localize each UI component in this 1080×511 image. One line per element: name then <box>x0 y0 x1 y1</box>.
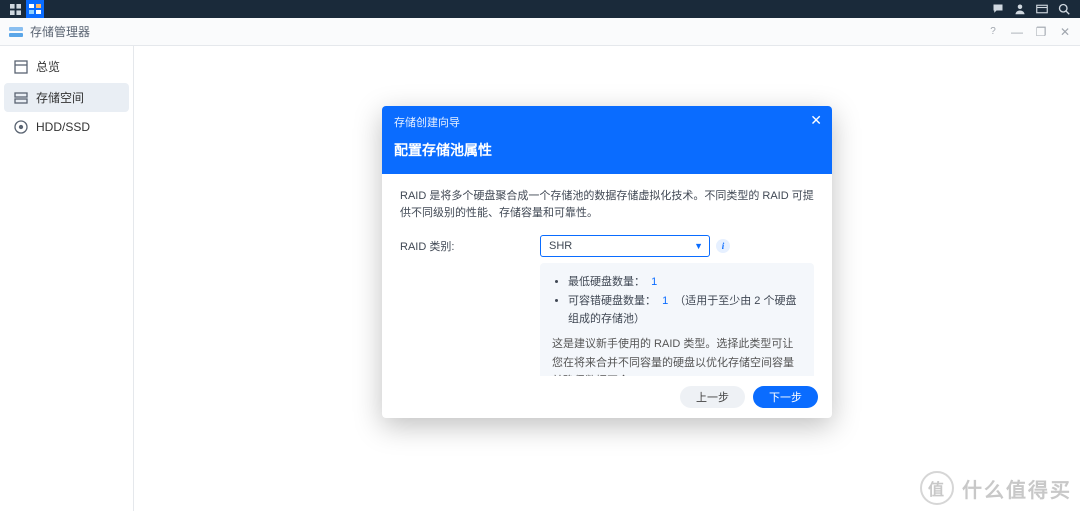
watermark-text: 什么值得买 <box>962 474 1072 503</box>
search-icon[interactable] <box>1054 0 1074 18</box>
prev-button[interactable]: 上一步 <box>680 386 745 408</box>
raid-type-value: SHR <box>549 240 572 252</box>
raid-min-value: 1 <box>651 276 657 288</box>
content-area: 存储创建向导 配置存储池属性 ✕ RAID 是将多个硬盘聚合成一个存储池的数据存… <box>134 46 1080 511</box>
dialog-description: RAID 是将多个硬盘聚合成一个存储池的数据存储虚拟化技术。不同类型的 RAID… <box>400 188 814 221</box>
dialog-title: 配置存储池属性 <box>394 140 820 160</box>
taskbar-left <box>6 0 44 18</box>
raid-type-label: RAID 类别: <box>400 235 540 254</box>
disk-icon <box>14 120 28 134</box>
raid-tol-row: 可容错硬盘数量： 1 （适用于至少由 2 个硬盘组成的存储池） <box>568 292 802 329</box>
raid-type-select[interactable]: SHR ▼ <box>540 235 710 257</box>
window-controls: ? — ❐ ✕ <box>986 25 1072 39</box>
dialog-header: 存储创建向导 配置存储池属性 ✕ <box>382 106 832 174</box>
dialog-close-button[interactable]: ✕ <box>810 112 822 129</box>
taskbar-right <box>988 0 1074 18</box>
raid-type-row: RAID 类别: SHR ▼ i 最低硬盘数量： <box>400 235 814 376</box>
info-icon[interactable]: i <box>716 239 730 253</box>
raid-info-box: 最低硬盘数量： 1 可容错硬盘数量： 1 （适用于至少由 2 个硬盘组成的存储池… <box>540 263 814 376</box>
apps-icon[interactable] <box>6 0 24 18</box>
sidebar: 总览 存储空间 HDD/SSD <box>0 46 134 511</box>
dashboard-icon <box>14 60 28 74</box>
raid-tol-label: 可容错硬盘数量： <box>568 295 656 307</box>
window-title: 存储管理器 <box>30 23 90 40</box>
sidebar-item-label: HDD/SSD <box>36 120 90 134</box>
minimize-button[interactable]: — <box>1010 25 1024 39</box>
raid-type-ctrl: SHR ▼ i 最低硬盘数量： 1 <box>540 235 814 376</box>
os-taskbar <box>0 0 1080 18</box>
maximize-button[interactable]: ❐ <box>1034 25 1048 39</box>
storage-wizard-dialog: 存储创建向导 配置存储池属性 ✕ RAID 是将多个硬盘聚合成一个存储池的数据存… <box>382 106 832 418</box>
watermark-badge: 值 <box>920 471 954 505</box>
raid-tol-value: 1 <box>662 295 668 307</box>
user-icon[interactable] <box>1010 0 1030 18</box>
main-area: 总览 存储空间 HDD/SSD 存储创建向导 配置存储池属性 ✕ RAID 是将… <box>0 46 1080 511</box>
storage-icon <box>14 91 28 105</box>
raid-note: 这是建议新手使用的 RAID 类型。选择此类型可让您在将来合并不同容量的硬盘以优… <box>552 335 802 376</box>
dialog-breadcrumb: 存储创建向导 <box>394 114 820 130</box>
gallery-icon[interactable] <box>1032 0 1052 18</box>
raid-min-label: 最低硬盘数量： <box>568 276 645 288</box>
close-button[interactable]: ✕ <box>1058 25 1072 39</box>
help-button[interactable]: ? <box>986 25 1000 39</box>
dialog-body: RAID 是将多个硬盘聚合成一个存储池的数据存储虚拟化技术。不同类型的 RAID… <box>382 174 832 376</box>
window-header: 存储管理器 ? — ❐ ✕ <box>0 18 1080 46</box>
chevron-down-icon: ▼ <box>694 241 703 251</box>
sidebar-item-label: 存储空间 <box>36 89 84 106</box>
chat-icon[interactable] <box>988 0 1008 18</box>
task-icon[interactable] <box>26 0 44 18</box>
sidebar-item-storage[interactable]: 存储空间 <box>4 83 129 112</box>
sidebar-item-label: 总览 <box>36 58 60 75</box>
watermark: 值 什么值得买 <box>920 471 1072 505</box>
sidebar-item-overview[interactable]: 总览 <box>4 52 129 81</box>
sidebar-item-hdd[interactable]: HDD/SSD <box>4 114 129 140</box>
next-button[interactable]: 下一步 <box>753 386 818 408</box>
app-icon <box>8 24 24 40</box>
raid-min-row: 最低硬盘数量： 1 <box>568 273 802 292</box>
dialog-footer: 上一步 下一步 <box>382 376 832 418</box>
